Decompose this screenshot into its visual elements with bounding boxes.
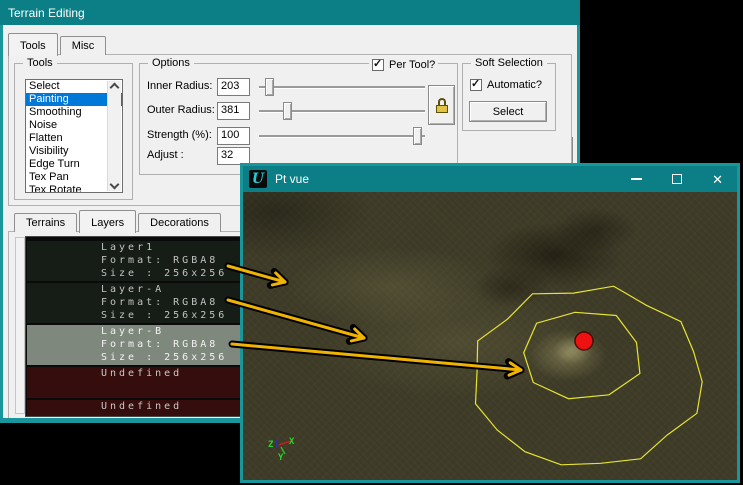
axis-x-label: X: [289, 437, 295, 447]
axis-z-label: Z: [268, 440, 274, 450]
brush-center-dot: [575, 332, 593, 350]
option-input-0[interactable]: 203: [217, 78, 250, 96]
layer-tabstrip: TerrainsLayersDecorations: [14, 207, 223, 232]
soft-selection-label: Soft Selection: [471, 57, 547, 69]
layer-text: Layer-B: [27, 325, 244, 338]
layer-text: Layer-A: [27, 283, 244, 296]
tools-groupbox: Tools SelectPaintingSmoothingNoiseFlatte…: [14, 63, 133, 200]
slider-thumb-2[interactable]: [413, 127, 422, 145]
close-icon[interactable]: ✕: [712, 173, 723, 186]
tab-tools[interactable]: Tools: [8, 33, 58, 56]
automatic-label: Automatic?: [487, 79, 542, 91]
option-label-0: Inner Radius:: [147, 80, 212, 92]
option-label-1: Outer Radius:: [147, 104, 215, 116]
layer-row-layer1[interactable]: Layer1Format: RGBA8Size : 256x256: [27, 241, 244, 281]
option-label-2: Strength (%):: [147, 129, 212, 141]
tools-group-label: Tools: [23, 57, 57, 69]
lock-sliders-button[interactable]: [428, 85, 455, 125]
main-tabstrip: ToolsMisc: [8, 31, 108, 55]
lock-icon: [436, 98, 448, 113]
option-slider-2[interactable]: [259, 135, 425, 137]
layer-text: Layer1: [27, 241, 244, 254]
layer-text: Undefined: [27, 367, 244, 380]
slider-thumb-1[interactable]: [283, 102, 292, 120]
soft-selection-groupbox: Soft Selection ✓ Automatic? Select: [462, 63, 556, 131]
scroll-up-icon[interactable]: [110, 83, 120, 93]
layer-text: Size : 256x256: [27, 351, 244, 364]
terrain-window-title: Terrain Editing: [8, 6, 85, 20]
unreal-logo-icon: U: [249, 170, 267, 188]
tools-list-scrollbar[interactable]: [107, 81, 121, 191]
select-button[interactable]: Select: [469, 101, 547, 122]
per-tool-label: Per Tool?: [389, 59, 435, 71]
layers-scrollbar-gutter[interactable]: [15, 237, 25, 414]
option-input-1[interactable]: 381: [217, 102, 250, 120]
brush-ring: [524, 312, 640, 398]
layer-text: Format: RGBA8: [27, 254, 244, 267]
per-tool-checkbox[interactable]: ✓: [372, 59, 384, 71]
layer-row-undefined[interactable]: Undefined: [27, 400, 244, 417]
per-tool-checkbox-row[interactable]: ✓ Per Tool?: [369, 59, 438, 71]
layer-text: Format: RGBA8: [27, 338, 244, 351]
option-input-2[interactable]: 100: [217, 127, 250, 145]
option-label-3: Adjust :: [147, 149, 184, 161]
tab-misc[interactable]: Misc: [60, 36, 107, 55]
pt-vue-titlebar[interactable]: U Pt vue ✕: [243, 166, 737, 192]
option-slider-0[interactable]: [259, 86, 425, 88]
options-groupbox: Options ✓ Per Tool? Inner Radius:203Oute…: [139, 63, 458, 175]
tab-decorations[interactable]: Decorations: [138, 213, 221, 232]
maximize-icon[interactable]: [672, 174, 682, 184]
layer-text: Format: RGBA8: [27, 296, 244, 309]
minimize-icon[interactable]: [631, 178, 642, 180]
pt-vue-window: U Pt vue ✕ Z XY: [240, 163, 740, 483]
layer-text: Size : 256x256: [27, 267, 244, 280]
option-slider-1[interactable]: [259, 110, 425, 112]
terrain-3d-viewport[interactable]: Z XY: [243, 192, 737, 480]
layer-row-undefined[interactable]: Undefined: [27, 367, 244, 398]
slider-thumb-0[interactable]: [265, 78, 274, 96]
axis-y-label: Y: [278, 453, 284, 463]
layer-row-layer-b[interactable]: Layer-BFormat: RGBA8Size : 256x256: [27, 325, 244, 365]
viewport-overlay: Z XY: [243, 192, 737, 480]
window-controls: ✕: [631, 173, 731, 186]
layer-row-layer-a[interactable]: Layer-AFormat: RGBA8Size : 256x256: [27, 283, 244, 323]
pt-vue-title: Pt vue: [275, 172, 309, 186]
layer-text: Undefined: [27, 400, 244, 413]
check-icon: ✓: [471, 77, 480, 90]
terrain-titlebar[interactable]: Terrain Editing: [0, 0, 580, 25]
layer-text: Size : 256x256: [27, 309, 244, 322]
layers-list[interactable]: Layer1Format: RGBA8Size : 256x256Layer-A…: [25, 236, 245, 417]
desktop: Terrain Editing ToolsMisc Tools SelectPa…: [0, 0, 743, 485]
automatic-checkbox[interactable]: ✓: [470, 79, 482, 91]
check-icon: ✓: [373, 57, 382, 70]
scroll-down-icon[interactable]: [110, 180, 120, 190]
options-group-label: Options: [148, 57, 194, 69]
tab-terrains[interactable]: Terrains: [14, 213, 77, 232]
tools-listbox[interactable]: SelectPaintingSmoothingNoiseFlattenVisib…: [25, 79, 123, 193]
tab-layers[interactable]: Layers: [79, 210, 136, 233]
automatic-checkbox-row[interactable]: ✓ Automatic?: [470, 79, 542, 91]
